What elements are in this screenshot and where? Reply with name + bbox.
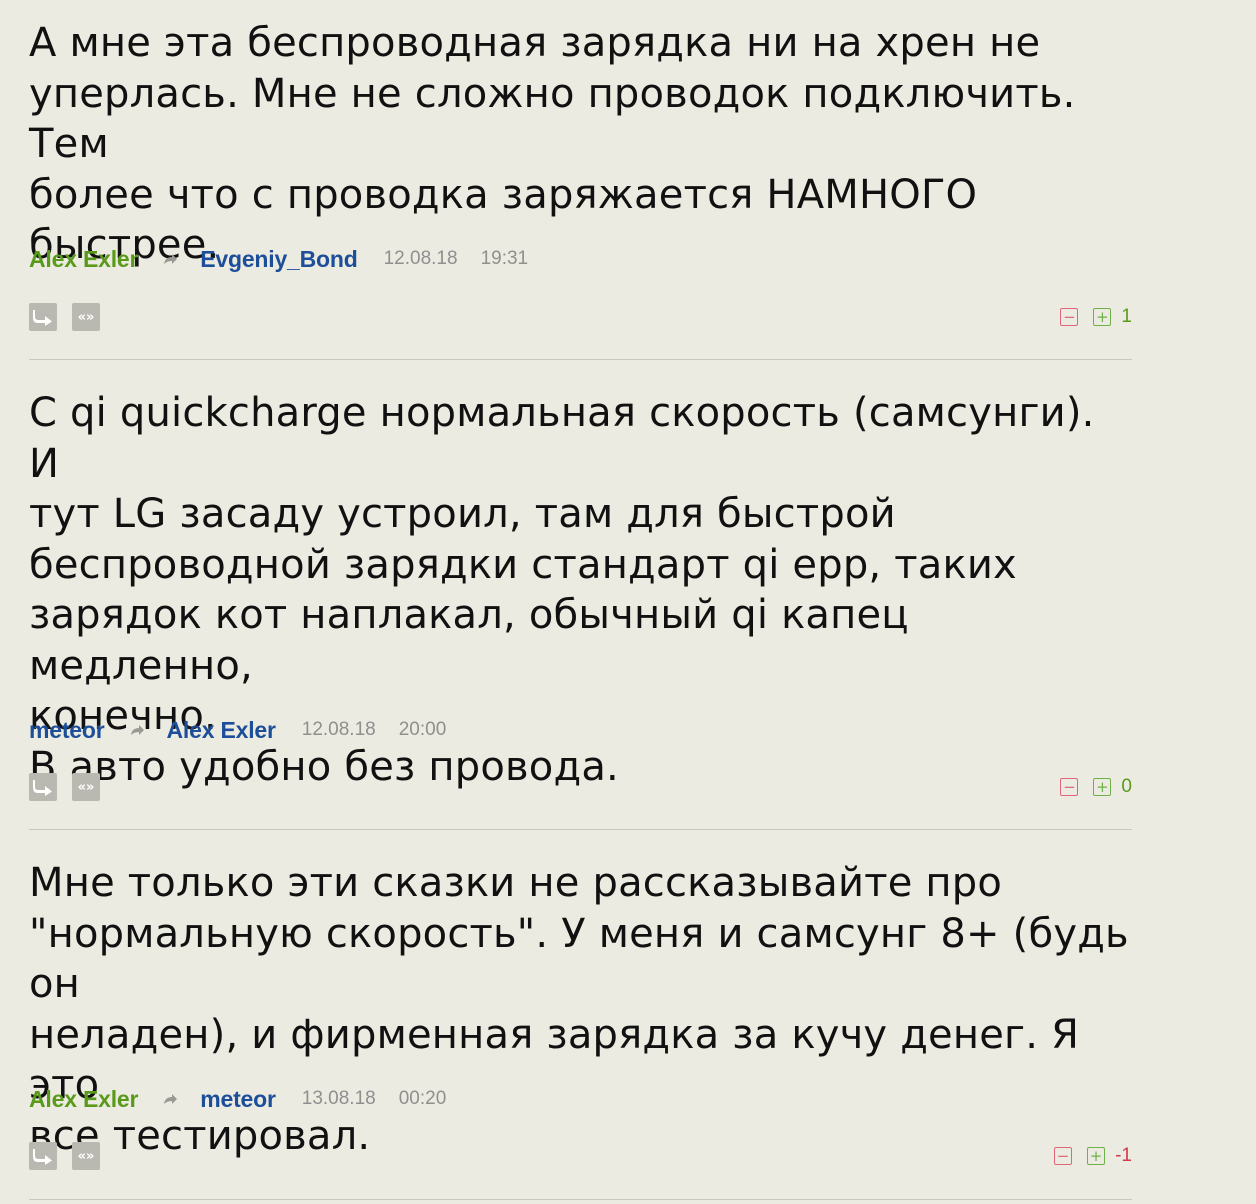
comment-text: А мне эта беспроводная зарядка ни на хре… <box>29 20 1076 268</box>
comment-date: 12.08.18 <box>301 719 376 740</box>
reply-arrow-icon <box>130 725 144 735</box>
comment-author[interactable]: meteor <box>29 717 105 744</box>
comment-divider <box>29 359 1132 360</box>
reply-to-author[interactable]: Evgeniy_Bond <box>200 246 358 273</box>
vote-controls: − + 0 <box>1060 775 1132 799</box>
comment-actions: «» − + 0 <box>29 773 1132 801</box>
reply-button[interactable] <box>29 303 57 331</box>
quote-button[interactable]: «» <box>72 773 100 801</box>
comment-2: С qi quickcharge нормальная скорость (са… <box>29 388 1132 830</box>
comment-date: 12.08.18 <box>383 248 458 269</box>
comment-divider <box>29 1199 1132 1200</box>
comment-date: 13.08.18 <box>301 1088 376 1109</box>
vote-controls: − + -1 <box>1054 1144 1132 1168</box>
quote-icon: «» <box>77 779 95 795</box>
vote-score: -1 <box>1115 1145 1132 1166</box>
comment-actions: «» − + 1 <box>29 303 1132 331</box>
reply-icon <box>33 1149 52 1165</box>
reply-button[interactable] <box>29 1142 57 1170</box>
comment-time: 00:20 <box>398 1088 447 1109</box>
comment-1: А мне эта беспроводная зарядка ни на хре… <box>29 18 1132 360</box>
comment-3: Мне только эти сказки не рассказывайте п… <box>29 858 1132 1200</box>
comment-time: 19:31 <box>480 248 529 269</box>
quote-icon: «» <box>77 1148 95 1164</box>
comment-text: Мне только эти сказки не рассказывайте п… <box>29 860 1129 1159</box>
reply-icon <box>33 310 52 326</box>
comment-author[interactable]: Alex Exler <box>29 1086 138 1113</box>
quote-button[interactable]: «» <box>72 303 100 331</box>
reply-arrow-icon <box>164 254 178 264</box>
reply-icon <box>33 780 52 796</box>
comment-time: 20:00 <box>398 719 447 740</box>
vote-score: 1 <box>1121 306 1132 327</box>
comment-author[interactable]: Alex Exler <box>29 246 138 273</box>
comment-divider <box>29 829 1132 830</box>
comment-meta: Alex Exler Evgeniy_Bond 12.08.18 19:31 <box>29 244 528 274</box>
comment-meta: Alex Exler meteor 13.08.18 00:20 <box>29 1084 446 1114</box>
vote-down-icon[interactable]: − <box>1054 1147 1073 1165</box>
quote-button[interactable]: «» <box>72 1142 100 1170</box>
vote-down-icon[interactable]: − <box>1060 778 1079 796</box>
reply-to-author[interactable]: Alex Exler <box>167 717 276 744</box>
reply-button[interactable] <box>29 773 57 801</box>
comment-meta: meteor Alex Exler 12.08.18 20:00 <box>29 715 446 745</box>
vote-up-icon[interactable]: + <box>1087 1147 1106 1165</box>
vote-up-icon[interactable]: + <box>1093 778 1112 796</box>
vote-controls: − + 1 <box>1060 305 1132 329</box>
reply-arrow-icon <box>164 1094 178 1104</box>
vote-up-icon[interactable]: + <box>1093 308 1112 326</box>
vote-down-icon[interactable]: − <box>1060 308 1079 326</box>
quote-icon: «» <box>77 309 95 325</box>
comment-actions: «» − + -1 <box>29 1142 1132 1170</box>
reply-to-author[interactable]: meteor <box>200 1086 276 1113</box>
vote-score: 0 <box>1121 776 1132 797</box>
